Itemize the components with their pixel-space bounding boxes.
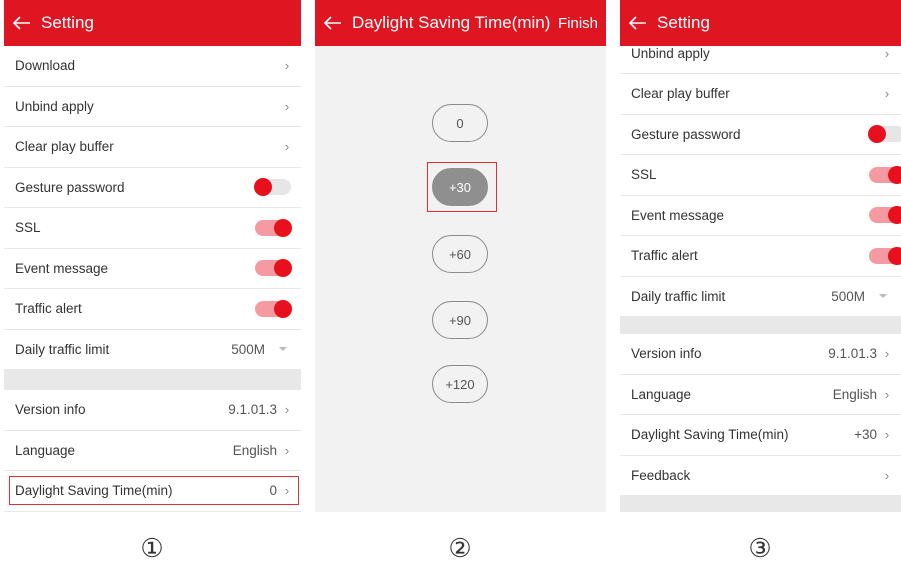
gesture-password-toggle[interactable] — [254, 178, 291, 197]
back-arrow-icon[interactable] — [629, 16, 647, 30]
header-bar: Daylight Saving Time(min) Finish — [315, 0, 606, 46]
row-ssl: SSL — [4, 208, 301, 249]
language-value: English — [232, 442, 277, 458]
chevron-right-icon: › — [884, 467, 890, 483]
row-label: SSL — [15, 220, 41, 236]
page-title: Setting — [41, 13, 94, 32]
row-daily-traffic-limit[interactable]: Daily traffic limit 500M — [4, 330, 301, 370]
chevron-right-icon: › — [884, 427, 890, 443]
finish-button[interactable]: Finish — [558, 15, 598, 32]
gesture-password-toggle[interactable] — [868, 125, 901, 144]
daylight-saving-screen: Daylight Saving Time(min) Finish 0 +30 +… — [315, 0, 606, 512]
row-version-info[interactable]: Version info 9.1.01.3 › — [4, 390, 301, 431]
row-label: Clear play buffer — [15, 139, 114, 155]
row-language[interactable]: Language English › — [620, 375, 901, 415]
row-label: SSL — [631, 167, 657, 183]
chevron-right-icon: › — [284, 442, 290, 458]
row-ssl: SSL — [620, 155, 901, 196]
section-divider — [4, 370, 301, 390]
row-label: Daylight Saving Time(min) — [631, 427, 789, 443]
option-plus-120[interactable]: +120 — [432, 365, 488, 403]
row-gesture-password: Gesture password — [620, 115, 901, 155]
option-0[interactable]: 0 — [432, 104, 488, 142]
chevron-right-icon: › — [884, 386, 890, 402]
caret-down-icon — [879, 294, 887, 299]
row-traffic-alert: Traffic alert — [4, 289, 301, 330]
settings-list: Unbind apply › Clear play buffer › Gestu… — [620, 34, 901, 512]
section-divider — [620, 496, 901, 512]
chevron-right-icon: › — [284, 58, 290, 74]
settings-screen-3: Setting Unbind apply › Clear play buffer… — [620, 0, 901, 512]
traffic-alert-toggle[interactable] — [869, 246, 901, 265]
row-event-message: Event message — [620, 196, 901, 236]
ssl-toggle[interactable] — [869, 165, 901, 184]
section-divider — [620, 317, 901, 334]
step-label-2: ② — [448, 533, 472, 563]
row-label: Traffic alert — [631, 248, 698, 264]
chevron-right-icon: › — [284, 402, 290, 418]
row-label: Event message — [15, 260, 109, 276]
page-title: Setting — [657, 13, 710, 32]
row-clear-play-buffer[interactable]: Clear play buffer › — [4, 127, 301, 168]
row-version-info[interactable]: Version info 9.1.01.3 › — [620, 334, 901, 375]
row-label: Language — [631, 386, 692, 402]
option-plus-90[interactable]: +90 — [432, 301, 488, 339]
row-label: Language — [15, 442, 76, 458]
row-label: Traffic alert — [15, 301, 82, 317]
row-feedback[interactable]: Feedback › — [620, 456, 901, 496]
chevron-right-icon: › — [884, 86, 890, 102]
row-label: Gesture password — [631, 126, 741, 142]
ssl-toggle[interactable] — [255, 218, 292, 237]
row-daylight-saving-time[interactable]: Daylight Saving Time(min) +30 › — [620, 415, 901, 456]
settings-screen-1: Setting Download › Unbind apply › Clear … — [4, 0, 301, 512]
row-label: Daily traffic limit — [631, 288, 726, 304]
row-label: Gesture password — [15, 179, 125, 195]
settings-list: Download › Unbind apply › Clear play buf… — [4, 46, 301, 512]
step-label-3: ③ — [748, 533, 772, 563]
row-unbind-apply[interactable]: Unbind apply › — [620, 34, 901, 74]
event-message-toggle[interactable] — [869, 206, 901, 225]
version-value: 9.1.01.3 — [828, 346, 877, 362]
version-value: 9.1.01.3 — [228, 402, 277, 418]
row-label: Download — [15, 58, 76, 74]
chevron-right-icon: › — [284, 139, 290, 155]
row-traffic-alert: Traffic alert — [620, 236, 901, 277]
row-label: Unbind apply — [15, 98, 94, 114]
option-plus-60[interactable]: +60 — [432, 235, 488, 273]
chevron-right-icon: › — [884, 346, 890, 362]
daily-limit-value: 500M — [231, 341, 265, 357]
back-arrow-icon[interactable] — [13, 16, 31, 30]
language-value: English — [832, 386, 877, 402]
row-event-message: Event message — [4, 249, 301, 289]
header-bar: Setting — [4, 0, 301, 46]
row-label: Version info — [15, 402, 86, 418]
event-message-toggle[interactable] — [255, 259, 292, 278]
row-label: Feedback — [631, 467, 691, 483]
back-arrow-icon[interactable] — [324, 16, 342, 30]
daily-limit-value: 500M — [831, 288, 865, 304]
highlight-box — [427, 162, 497, 212]
row-label: Version info — [631, 346, 702, 362]
highlight-box — [9, 476, 299, 505]
chevron-right-icon: › — [884, 46, 890, 61]
page-title: Daylight Saving Time(min) — [352, 13, 551, 32]
traffic-alert-toggle[interactable] — [255, 299, 292, 318]
row-label: Unbind apply — [631, 46, 710, 61]
row-clear-play-buffer[interactable]: Clear play buffer › — [620, 74, 901, 115]
step-label-1: ① — [140, 533, 164, 563]
caret-down-icon — [279, 347, 287, 352]
row-daily-traffic-limit[interactable]: Daily traffic limit 500M — [620, 277, 901, 317]
row-unbind-apply[interactable]: Unbind apply › — [4, 87, 301, 127]
dst-value: +30 — [854, 427, 877, 443]
row-gesture-password: Gesture password — [4, 168, 301, 208]
row-label: Event message — [631, 207, 725, 223]
row-download[interactable]: Download › — [4, 46, 301, 87]
row-label: Clear play buffer — [631, 86, 730, 102]
chevron-right-icon: › — [284, 98, 290, 114]
row-language[interactable]: Language English › — [4, 431, 301, 471]
row-label: Daily traffic limit — [15, 341, 110, 357]
